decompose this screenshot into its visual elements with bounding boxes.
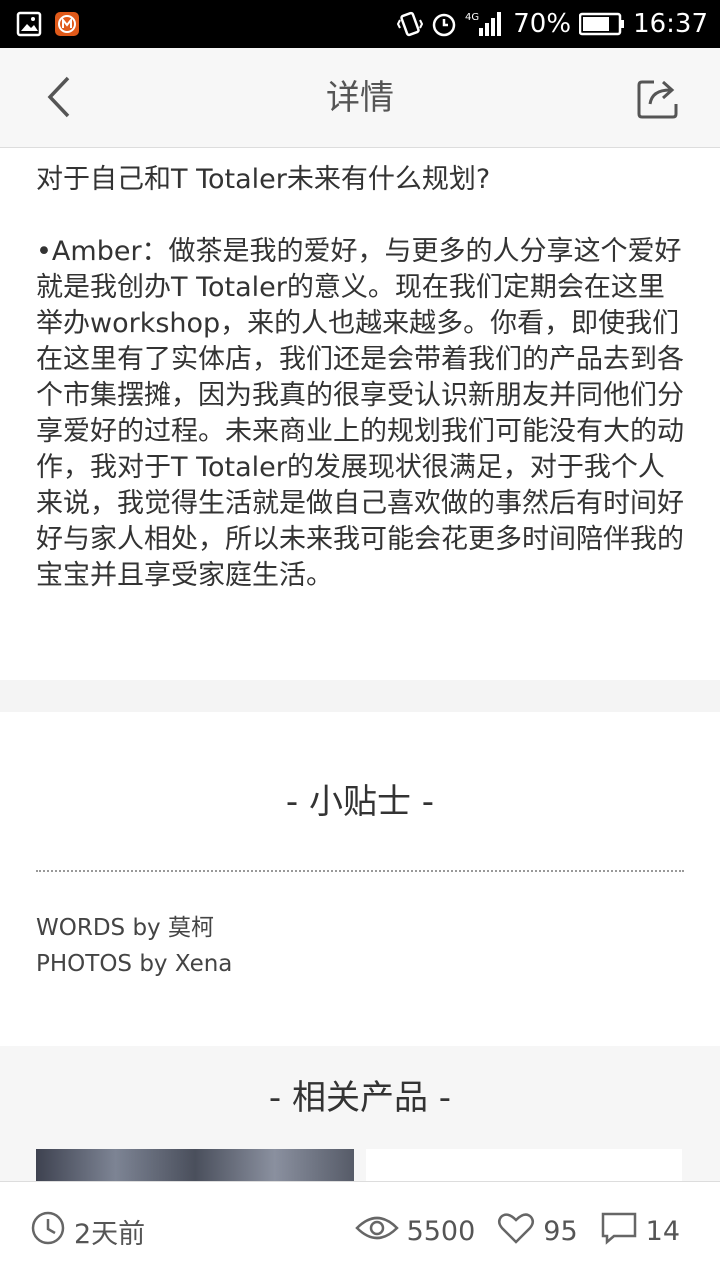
heart-icon xyxy=(497,1211,535,1252)
article-answer: •Amber：做茶是我的爱好，与更多的人分享这个爱好就是我创办T Totaler… xyxy=(36,236,684,591)
article-question: 对于自己和T Totaler未来有什么规划? xyxy=(36,164,491,195)
network-label: 4G xyxy=(465,12,479,23)
top-navigation-bar: 详情 xyxy=(0,48,720,148)
share-button[interactable] xyxy=(636,76,682,122)
signal-icon: 4G xyxy=(465,10,505,38)
bottom-stats-bar: 2天前 5500 95 14 xyxy=(0,1181,720,1280)
share-icon xyxy=(636,80,682,126)
alarm-icon xyxy=(431,11,457,37)
product-card-image[interactable] xyxy=(36,1149,354,1181)
clock-time: 16:37 xyxy=(633,9,708,39)
related-products-section: - 相关产品 - xyxy=(0,1046,720,1181)
post-time: 2天前 xyxy=(30,1210,145,1253)
comment-button[interactable]: 14 xyxy=(600,1211,680,1252)
credits: WORDS by 莫柯 PHOTOS by Xena xyxy=(36,910,684,982)
tips-section: - 小贴士 - WORDS by 莫柯 PHOTOS by Xena xyxy=(0,782,720,982)
comments-value: 14 xyxy=(645,1215,680,1247)
comment-icon xyxy=(600,1211,638,1252)
time-ago: 2天前 xyxy=(74,1218,146,1250)
battery-percent: 70% xyxy=(513,9,572,39)
section-divider xyxy=(0,680,720,712)
credit-words: WORDS by 莫柯 xyxy=(36,915,214,941)
status-bar: 4G 70% 16:37 xyxy=(0,0,720,48)
related-products-title: - 相关产品 - xyxy=(268,1078,452,1118)
views-value: 5500 xyxy=(406,1215,476,1247)
page-title: 详情 xyxy=(326,78,394,118)
like-button[interactable]: 95 xyxy=(497,1211,578,1252)
views-count: 5500 xyxy=(354,1213,476,1250)
app-icon xyxy=(54,11,80,37)
article-body: 对于自己和T Totaler未来有什么规划? •Amber：做茶是我的爱好，与更… xyxy=(0,148,720,594)
battery-icon xyxy=(579,12,625,36)
tips-title: - 小贴士 - xyxy=(285,782,435,822)
eye-icon xyxy=(354,1213,399,1250)
vibrate-icon xyxy=(397,10,424,38)
dotted-divider xyxy=(36,870,684,872)
product-card[interactable] xyxy=(366,1149,682,1181)
gallery-icon xyxy=(16,11,42,37)
clock-icon xyxy=(30,1210,66,1253)
likes-value: 95 xyxy=(543,1215,578,1247)
credit-photos: PHOTOS by Xena xyxy=(36,951,233,977)
